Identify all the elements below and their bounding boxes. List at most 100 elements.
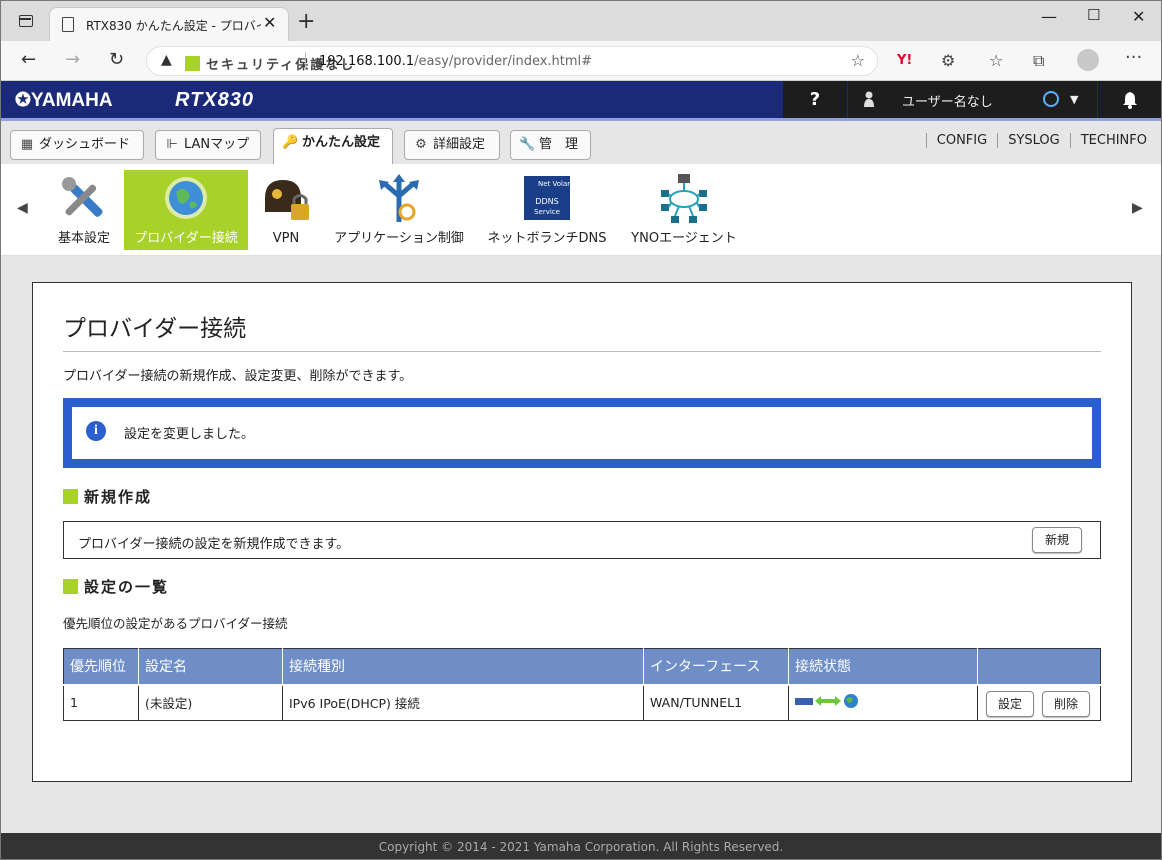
- menu-label: YNOエージェント: [631, 231, 737, 246]
- yno-network-icon: [661, 174, 707, 223]
- cell-type: IPv6 IPoE(DHCP) 接続: [282, 684, 644, 721]
- menu-yno-agent[interactable]: YNOエージェント: [625, 170, 743, 250]
- yahoo-extension-icon[interactable]: Y!: [897, 53, 912, 68]
- tab-dashboard[interactable]: ▦ ダッシュボード: [10, 130, 144, 160]
- lanmap-icon: ⊩: [166, 137, 178, 152]
- footer: Copyright © 2014 - 2021 Yamaha Corporati…: [1, 833, 1161, 859]
- url-path: /easy/provider/index.html#: [414, 54, 593, 69]
- cell-actions: 設定 削除: [977, 684, 1101, 721]
- url-text[interactable]: 192.168.100.1/easy/provider/index.html#: [319, 54, 592, 69]
- url-separator: [305, 52, 306, 70]
- techinfo-link[interactable]: TECHINFO: [1069, 133, 1147, 148]
- help-button[interactable]: ?: [783, 81, 847, 118]
- tab-label: 管 理: [539, 137, 579, 152]
- tab-advanced-settings[interactable]: ⚙ 詳細設定: [404, 130, 500, 160]
- tab-lanmap[interactable]: ⊩ LANマップ: [155, 130, 261, 160]
- scroll-right-icon[interactable]: ▶: [1132, 200, 1143, 216]
- new-connection-box: プロバイダー接続の設定を新規作成できます。 新規: [63, 521, 1101, 559]
- ddns-brand-text: Net Volante: [538, 180, 570, 188]
- menu-netvolante-dns[interactable]: Net Volante DDNS Service ネットボランチDNS: [483, 170, 611, 250]
- col-actions: [977, 648, 1101, 686]
- new-button[interactable]: 新規: [1032, 527, 1082, 553]
- cell-status: [788, 684, 978, 721]
- delete-button[interactable]: 削除: [1042, 690, 1090, 717]
- back-icon[interactable]: ←: [21, 49, 36, 70]
- table-header-row: 優先順位 設定名 接続種別 インターフェース 接続状態: [63, 648, 1101, 686]
- menu-provider-connection[interactable]: プロバイダー接続: [124, 170, 248, 250]
- scroll-left-icon[interactable]: ◀: [17, 200, 28, 216]
- gear-icon: ⚙: [415, 137, 427, 152]
- content-panel: プロバイダー接続 プロバイダー接続の新規作成、設定変更、削除ができます。 i 設…: [32, 282, 1132, 782]
- tab-easy-setup[interactable]: 🔑 かんたん設定: [273, 128, 393, 164]
- tools-icon: [62, 177, 103, 217]
- browser-window: RTX830 かんたん設定 - プロバイダー接 ✕ + — ☐ ✕ ← → ↻ …: [0, 0, 1162, 860]
- easy-setup-menu: ◀ 基本設定 プロバイダー接続 VPN アプリケーション制御 Net Volan…: [1, 164, 1161, 256]
- col-name: 設定名: [138, 648, 283, 686]
- edit-button[interactable]: 設定: [986, 690, 1034, 717]
- page-favicon-icon: [62, 17, 74, 32]
- new-connection-text: プロバイダー接続の設定を新規作成できます。: [78, 537, 350, 552]
- provider-table: 優先順位 設定名 接続種別 インターフェース 接続状態 1 (未設定) IPv6…: [63, 648, 1101, 721]
- title-divider: [63, 351, 1101, 352]
- main-tab-row: ▦ ダッシュボード ⊩ LANマップ 🔑 かんたん設定 ⚙ 詳細設定 🔧 管 理 CONF…: [1, 124, 1161, 164]
- favorite-add-icon[interactable]: ☆: [851, 51, 865, 70]
- collections-icon[interactable]: ⧉: [1033, 51, 1044, 71]
- user-icon: [864, 91, 874, 107]
- tab-actions-icon[interactable]: [19, 15, 33, 27]
- info-message-box: i 設定を変更しました。: [63, 398, 1101, 468]
- tab-label: ダッシュボード: [39, 137, 131, 152]
- notification-bell-icon[interactable]: [1098, 81, 1161, 118]
- tab-title: RTX830 かんたん設定 - プロバイダー接: [86, 19, 261, 33]
- cell-name: (未設定): [138, 684, 283, 721]
- syslog-link[interactable]: SYSLOG: [997, 133, 1070, 148]
- globe-icon: [165, 177, 207, 219]
- list-description: 優先順位の設定があるプロバイダー接続: [63, 616, 288, 631]
- table-row: 1 (未設定) IPv6 IPoE(DHCP) 接続 WAN/TUNNEL1 設…: [63, 684, 1101, 721]
- section-title-new: 新規作成: [63, 486, 152, 507]
- window-close-icon[interactable]: ✕: [1132, 7, 1145, 26]
- address-bar-row: ← → ↻ ▲ セキュリティ保護なし 192.168.100.1/easy/pr…: [1, 41, 1161, 81]
- user-menu[interactable]: ユーザー名なし ▼: [848, 81, 1097, 118]
- tab-label: かんたん設定: [302, 135, 381, 150]
- new-tab-icon[interactable]: +: [297, 9, 315, 34]
- connected-icon: [795, 694, 858, 709]
- cell-priority: 1: [63, 684, 139, 721]
- extensions-icon[interactable]: ⚙: [941, 51, 955, 70]
- menu-label: ネットボランチDNS: [487, 231, 607, 246]
- reload-icon[interactable]: ↻: [109, 49, 124, 70]
- menu-vpn[interactable]: VPN: [254, 170, 318, 250]
- chevron-down-icon: ▼: [1070, 93, 1079, 106]
- url-field[interactable]: ▲ セキュリティ保護なし 192.168.100.1/easy/provider…: [146, 46, 878, 76]
- ddns-title-text: DDNS: [535, 197, 558, 206]
- col-status: 接続状態: [788, 648, 978, 686]
- tab-close-icon[interactable]: ✕: [263, 13, 276, 32]
- status-ring-icon: [1043, 91, 1059, 107]
- ddns-icon: Net Volante DDNS Service: [524, 176, 570, 220]
- top-links: CONFIG SYSLOG TECHINFO: [925, 133, 1147, 148]
- tab-management[interactable]: 🔧 管 理: [510, 130, 591, 160]
- url-host: 192.168.100.1: [319, 54, 415, 69]
- favorites-icon[interactable]: ☆: [989, 51, 1003, 70]
- browser-tab[interactable]: RTX830 かんたん設定 - プロバイダー接 ✕: [49, 7, 289, 41]
- maximize-icon[interactable]: ☐: [1087, 6, 1100, 24]
- yamaha-logo[interactable]: ✪YAMAHA: [15, 89, 113, 112]
- wrench-icon: 🔧: [519, 137, 536, 152]
- vpn-lock-icon: [265, 180, 309, 220]
- menu-label: VPN: [272, 231, 300, 246]
- browser-tab-bar: RTX830 かんたん設定 - プロバイダー接 ✕ + — ☐ ✕: [1, 1, 1161, 41]
- menu-label: アプリケーション制御: [334, 231, 464, 246]
- config-link[interactable]: CONFIG: [925, 133, 998, 148]
- page-description: プロバイダー接続の新規作成、設定変更、削除ができます。: [63, 369, 413, 384]
- more-menu-icon[interactable]: ···: [1125, 47, 1142, 68]
- warning-icon[interactable]: ▲: [161, 52, 172, 68]
- menu-basic-settings[interactable]: 基本設定: [47, 170, 121, 250]
- forward-icon[interactable]: →: [65, 49, 80, 70]
- menu-label: 基本設定: [57, 231, 110, 246]
- section-title-list: 設定の一覧: [63, 576, 169, 597]
- menu-application-control[interactable]: アプリケーション制御: [331, 170, 467, 250]
- tab-label: LANマップ: [184, 137, 250, 152]
- minimize-icon[interactable]: —: [1041, 7, 1057, 26]
- col-type: 接続種別: [282, 648, 644, 686]
- wizard-icon: 🔑: [282, 135, 299, 150]
- profile-avatar[interactable]: [1077, 49, 1099, 71]
